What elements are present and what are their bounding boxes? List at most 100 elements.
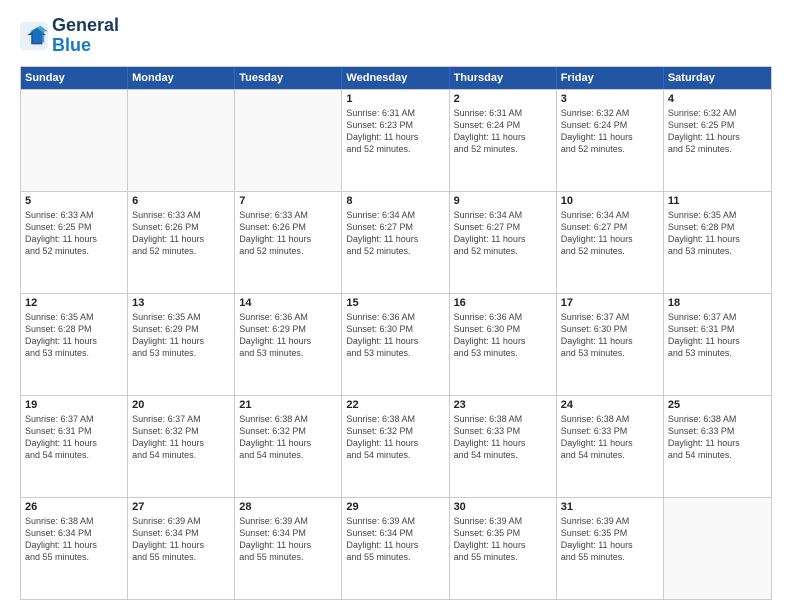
day-cell: 3Sunrise: 6:32 AM Sunset: 6:24 PM Daylig… bbox=[557, 90, 664, 191]
day-cell: 10 Sunrise: 6:34 AM Sunset: 6:27 PM Dayli… bbox=[557, 192, 664, 293]
day-number: 24 bbox=[561, 399, 659, 411]
logo-icon bbox=[20, 22, 48, 50]
day-number: 5 bbox=[25, 195, 123, 207]
day-info: Sunrise: 6:33 AM Sunset: 6:26 PM Dayligh… bbox=[239, 209, 337, 258]
header-cell-friday: Friday bbox=[557, 67, 664, 89]
day-info: Sunrise: 6:36 AM Sunset: 6:30 PM Dayligh… bbox=[454, 311, 552, 360]
day-number: 9 bbox=[454, 195, 552, 207]
day-info: Sunrise: 6:35 AM Sunset: 6:29 PM Dayligh… bbox=[132, 311, 230, 360]
day-number: 18 bbox=[668, 297, 767, 309]
day-number: 8 bbox=[346, 195, 444, 207]
day-number: 4 bbox=[668, 93, 767, 105]
day-cell: 18 Sunrise: 6:37 AM Sunset: 6:31 PM Dayli… bbox=[664, 294, 771, 395]
day-cell: 29Sunrise: 6:39 AM Sunset: 6:34 PM Dayli… bbox=[342, 498, 449, 599]
day-info: Sunrise: 6:31 AM Sunset: 6:24 PM Dayligh… bbox=[454, 107, 552, 156]
day-number: 11 bbox=[668, 195, 767, 207]
day-cell: 23 Sunrise: 6:38 AM Sunset: 6:33 PM Dayli… bbox=[450, 396, 557, 497]
day-info: Sunrise: 6:38 AM Sunset: 6:33 PM Dayligh… bbox=[668, 413, 767, 462]
day-number: 19 bbox=[25, 399, 123, 411]
day-cell: 13 Sunrise: 6:35 AM Sunset: 6:29 PM Dayli… bbox=[128, 294, 235, 395]
day-cell: 27 Sunrise: 6:39 AM Sunset: 6:34 PM Dayli… bbox=[128, 498, 235, 599]
day-number: 21 bbox=[239, 399, 337, 411]
day-number: 23 bbox=[454, 399, 552, 411]
day-cell: 28Sunrise: 6:39 AM Sunset: 6:34 PM Dayli… bbox=[235, 498, 342, 599]
day-cell: 15 Sunrise: 6:36 AM Sunset: 6:30 PM Dayli… bbox=[342, 294, 449, 395]
day-cell: 14 Sunrise: 6:36 AM Sunset: 6:29 PM Dayli… bbox=[235, 294, 342, 395]
day-info: Sunrise: 6:36 AM Sunset: 6:29 PM Dayligh… bbox=[239, 311, 337, 360]
day-cell: 21 Sunrise: 6:38 AM Sunset: 6:32 PM Dayli… bbox=[235, 396, 342, 497]
day-cell: 26 Sunrise: 6:38 AM Sunset: 6:34 PM Dayli… bbox=[21, 498, 128, 599]
day-number: 29 bbox=[346, 501, 444, 513]
day-cell: 4 Sunrise: 6:32 AM Sunset: 6:25 PM Daylig… bbox=[664, 90, 771, 191]
header: General Blue bbox=[20, 16, 772, 56]
calendar-body: 1Sunrise: 6:31 AM Sunset: 6:23 PM Daylig… bbox=[21, 89, 771, 599]
week-row-1: 1Sunrise: 6:31 AM Sunset: 6:23 PM Daylig… bbox=[21, 89, 771, 191]
day-number: 17 bbox=[561, 297, 659, 309]
header-cell-sunday: Sunday bbox=[21, 67, 128, 89]
day-info: Sunrise: 6:38 AM Sunset: 6:34 PM Dayligh… bbox=[25, 515, 123, 564]
day-info: Sunrise: 6:34 AM Sunset: 6:27 PM Dayligh… bbox=[346, 209, 444, 258]
page: General Blue SundayMondayTuesdayWednesda… bbox=[0, 0, 792, 612]
day-cell bbox=[21, 90, 128, 191]
day-info: Sunrise: 6:38 AM Sunset: 6:33 PM Dayligh… bbox=[454, 413, 552, 462]
day-cell bbox=[235, 90, 342, 191]
day-info: Sunrise: 6:38 AM Sunset: 6:32 PM Dayligh… bbox=[346, 413, 444, 462]
day-cell: 19 Sunrise: 6:37 AM Sunset: 6:31 PM Dayli… bbox=[21, 396, 128, 497]
day-cell: 17 Sunrise: 6:37 AM Sunset: 6:30 PM Dayli… bbox=[557, 294, 664, 395]
day-cell: 8 Sunrise: 6:34 AM Sunset: 6:27 PM Daylig… bbox=[342, 192, 449, 293]
day-cell: 20 Sunrise: 6:37 AM Sunset: 6:32 PM Dayli… bbox=[128, 396, 235, 497]
day-number: 13 bbox=[132, 297, 230, 309]
day-cell: 7Sunrise: 6:33 AM Sunset: 6:26 PM Daylig… bbox=[235, 192, 342, 293]
day-info: Sunrise: 6:33 AM Sunset: 6:25 PM Dayligh… bbox=[25, 209, 123, 258]
day-info: Sunrise: 6:36 AM Sunset: 6:30 PM Dayligh… bbox=[346, 311, 444, 360]
day-number: 16 bbox=[454, 297, 552, 309]
logo-text: General Blue bbox=[52, 16, 119, 56]
day-cell: 2Sunrise: 6:31 AM Sunset: 6:24 PM Daylig… bbox=[450, 90, 557, 191]
day-number: 14 bbox=[239, 297, 337, 309]
logo: General Blue bbox=[20, 16, 119, 56]
day-number: 10 bbox=[561, 195, 659, 207]
day-info: Sunrise: 6:33 AM Sunset: 6:26 PM Dayligh… bbox=[132, 209, 230, 258]
week-row-5: 26 Sunrise: 6:38 AM Sunset: 6:34 PM Dayli… bbox=[21, 497, 771, 599]
day-number: 20 bbox=[132, 399, 230, 411]
day-cell: 6Sunrise: 6:33 AM Sunset: 6:26 PM Daylig… bbox=[128, 192, 235, 293]
calendar: SundayMondayTuesdayWednesdayThursdayFrid… bbox=[20, 66, 772, 600]
day-info: Sunrise: 6:39 AM Sunset: 6:35 PM Dayligh… bbox=[561, 515, 659, 564]
day-info: Sunrise: 6:37 AM Sunset: 6:30 PM Dayligh… bbox=[561, 311, 659, 360]
header-cell-monday: Monday bbox=[128, 67, 235, 89]
day-info: Sunrise: 6:32 AM Sunset: 6:25 PM Dayligh… bbox=[668, 107, 767, 156]
day-info: Sunrise: 6:39 AM Sunset: 6:34 PM Dayligh… bbox=[132, 515, 230, 564]
day-number: 30 bbox=[454, 501, 552, 513]
header-cell-wednesday: Wednesday bbox=[342, 67, 449, 89]
day-info: Sunrise: 6:38 AM Sunset: 6:33 PM Dayligh… bbox=[561, 413, 659, 462]
header-cell-saturday: Saturday bbox=[664, 67, 771, 89]
header-cell-thursday: Thursday bbox=[450, 67, 557, 89]
day-info: Sunrise: 6:32 AM Sunset: 6:24 PM Dayligh… bbox=[561, 107, 659, 156]
day-info: Sunrise: 6:37 AM Sunset: 6:31 PM Dayligh… bbox=[25, 413, 123, 462]
day-info: Sunrise: 6:34 AM Sunset: 6:27 PM Dayligh… bbox=[561, 209, 659, 258]
week-row-3: 12Sunrise: 6:35 AM Sunset: 6:28 PM Dayli… bbox=[21, 293, 771, 395]
week-row-2: 5 Sunrise: 6:33 AM Sunset: 6:25 PM Daylig… bbox=[21, 191, 771, 293]
day-number: 25 bbox=[668, 399, 767, 411]
day-number: 28 bbox=[239, 501, 337, 513]
day-cell: 9 Sunrise: 6:34 AM Sunset: 6:27 PM Daylig… bbox=[450, 192, 557, 293]
day-cell: 5 Sunrise: 6:33 AM Sunset: 6:25 PM Daylig… bbox=[21, 192, 128, 293]
day-cell: 11 Sunrise: 6:35 AM Sunset: 6:28 PM Dayli… bbox=[664, 192, 771, 293]
day-info: Sunrise: 6:35 AM Sunset: 6:28 PM Dayligh… bbox=[25, 311, 123, 360]
day-cell: 12Sunrise: 6:35 AM Sunset: 6:28 PM Dayli… bbox=[21, 294, 128, 395]
day-number: 27 bbox=[132, 501, 230, 513]
day-info: Sunrise: 6:35 AM Sunset: 6:28 PM Dayligh… bbox=[668, 209, 767, 258]
day-number: 1 bbox=[346, 93, 444, 105]
header-cell-tuesday: Tuesday bbox=[235, 67, 342, 89]
day-number: 31 bbox=[561, 501, 659, 513]
day-info: Sunrise: 6:38 AM Sunset: 6:32 PM Dayligh… bbox=[239, 413, 337, 462]
day-cell: 1Sunrise: 6:31 AM Sunset: 6:23 PM Daylig… bbox=[342, 90, 449, 191]
day-cell: 16 Sunrise: 6:36 AM Sunset: 6:30 PM Dayli… bbox=[450, 294, 557, 395]
week-row-4: 19 Sunrise: 6:37 AM Sunset: 6:31 PM Dayli… bbox=[21, 395, 771, 497]
day-info: Sunrise: 6:37 AM Sunset: 6:31 PM Dayligh… bbox=[668, 311, 767, 360]
day-number: 26 bbox=[25, 501, 123, 513]
day-info: Sunrise: 6:34 AM Sunset: 6:27 PM Dayligh… bbox=[454, 209, 552, 258]
day-cell: 30Sunrise: 6:39 AM Sunset: 6:35 PM Dayli… bbox=[450, 498, 557, 599]
day-info: Sunrise: 6:37 AM Sunset: 6:32 PM Dayligh… bbox=[132, 413, 230, 462]
day-number: 15 bbox=[346, 297, 444, 309]
